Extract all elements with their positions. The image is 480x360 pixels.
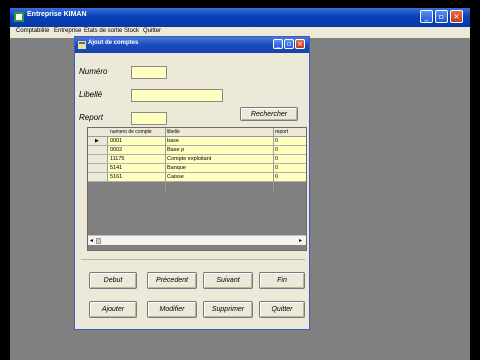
- cell-libelle[interactable]: Base p: [167, 147, 184, 153]
- dialog-icon: [78, 41, 86, 49]
- column-divider: [273, 128, 274, 191]
- precedent-button[interactable]: Précedent: [147, 272, 197, 289]
- divider: [81, 259, 305, 260]
- table-row[interactable]: ▶ 0001 base 0: [88, 137, 306, 146]
- table-row[interactable]: 11175 Compte exploitant 0: [88, 155, 306, 164]
- modifier-button[interactable]: Modifier: [147, 301, 197, 318]
- menu-entreprise[interactable]: Entreprise: [54, 28, 81, 34]
- row-selector[interactable]: [88, 173, 108, 181]
- cell-report[interactable]: 0: [275, 138, 278, 144]
- table-row[interactable]: 5161 Caisse 0: [88, 173, 306, 182]
- cell-libelle[interactable]: base: [167, 138, 179, 144]
- cell-report[interactable]: 0: [275, 174, 278, 180]
- close-button[interactable]: ×: [450, 10, 463, 23]
- row-selector[interactable]: ▶: [88, 137, 108, 145]
- cell-report[interactable]: 0: [275, 156, 278, 162]
- dialog-maximize-button[interactable]: ▫: [284, 39, 294, 49]
- suivant-button[interactable]: Suivant: [203, 272, 253, 289]
- libelle-label: Libellé: [79, 90, 103, 99]
- menu-comptabilite[interactable]: Comptabilité: [16, 28, 49, 34]
- report-label: Report: [79, 113, 104, 122]
- numero-label: Numéro: [79, 67, 108, 76]
- maximize-button[interactable]: ▫: [435, 10, 448, 23]
- comptes-grid: numero de compte libelle report ▶ 0001 b…: [87, 127, 307, 251]
- cell-numero[interactable]: 5141: [110, 165, 122, 171]
- table-row[interactable]: 0002 Base p 0: [88, 146, 306, 155]
- grid-header: numero de compte libelle report: [88, 128, 306, 137]
- numero-field[interactable]: [131, 66, 167, 79]
- app-window: Entreprise KIMAN _ ▫ × Comptabilité Entr…: [10, 8, 470, 360]
- cell-libelle[interactable]: Banque: [167, 165, 186, 171]
- row-selector[interactable]: [88, 164, 108, 172]
- row-selector[interactable]: [88, 146, 108, 154]
- cell-libelle[interactable]: Caisse: [167, 174, 184, 180]
- dialog-titlebar[interactable]: Ajout de comptes _ ▫ ×: [75, 37, 309, 53]
- quitter-button[interactable]: Quitter: [259, 301, 305, 318]
- app-icon: [14, 12, 24, 22]
- report-field[interactable]: [131, 112, 167, 125]
- cell-numero[interactable]: 0001: [110, 138, 122, 144]
- scroll-left-icon[interactable]: ◂: [90, 237, 93, 244]
- supprimer-button[interactable]: Supprimer: [203, 301, 253, 318]
- table-row[interactable]: 5141 Banque 0: [88, 164, 306, 173]
- libelle-field[interactable]: [131, 89, 223, 102]
- app-titlebar[interactable]: Entreprise KIMAN _ ▫ ×: [10, 8, 470, 27]
- col-header-libelle[interactable]: libelle: [167, 129, 180, 135]
- dialog-minimize-button[interactable]: _: [273, 39, 283, 49]
- app-title: Entreprise KIMAN: [27, 11, 87, 18]
- debut-button[interactable]: Debut: [89, 272, 137, 289]
- column-divider: [165, 128, 166, 191]
- scroll-right-icon[interactable]: ▸: [299, 237, 302, 244]
- menu-quitter[interactable]: Quitter: [143, 28, 161, 34]
- cell-report[interactable]: 0: [275, 147, 278, 153]
- row-pointer-icon: ▶: [95, 138, 99, 144]
- cell-numero[interactable]: 0002: [110, 147, 122, 153]
- ajouter-button[interactable]: Ajouter: [89, 301, 137, 318]
- scroll-thumb[interactable]: [96, 238, 101, 244]
- horizontal-scrollbar[interactable]: ◂ ▸: [88, 235, 306, 245]
- menu-etats-de-sortie[interactable]: Etats de sortie: [84, 28, 122, 34]
- col-header-numero[interactable]: numero de compte: [110, 129, 152, 135]
- minimize-button[interactable]: _: [420, 10, 433, 23]
- col-header-report[interactable]: report: [275, 129, 288, 135]
- cell-numero[interactable]: 11175: [110, 156, 124, 162]
- menu-stock[interactable]: Stock: [124, 28, 139, 34]
- row-selector[interactable]: [88, 155, 108, 163]
- rechercher-button[interactable]: Rechercher: [240, 107, 298, 121]
- dialog-title: Ajout de comptes: [88, 40, 139, 46]
- dialog-close-button[interactable]: ×: [295, 39, 305, 49]
- cell-libelle[interactable]: Compte exploitant: [167, 156, 211, 162]
- cell-report[interactable]: 0: [275, 165, 278, 171]
- cell-numero[interactable]: 5161: [110, 174, 122, 180]
- ajout-comptes-dialog: Ajout de comptes _ ▫ × Numéro Libellé Re…: [74, 36, 310, 330]
- fin-button[interactable]: Fin: [259, 272, 305, 289]
